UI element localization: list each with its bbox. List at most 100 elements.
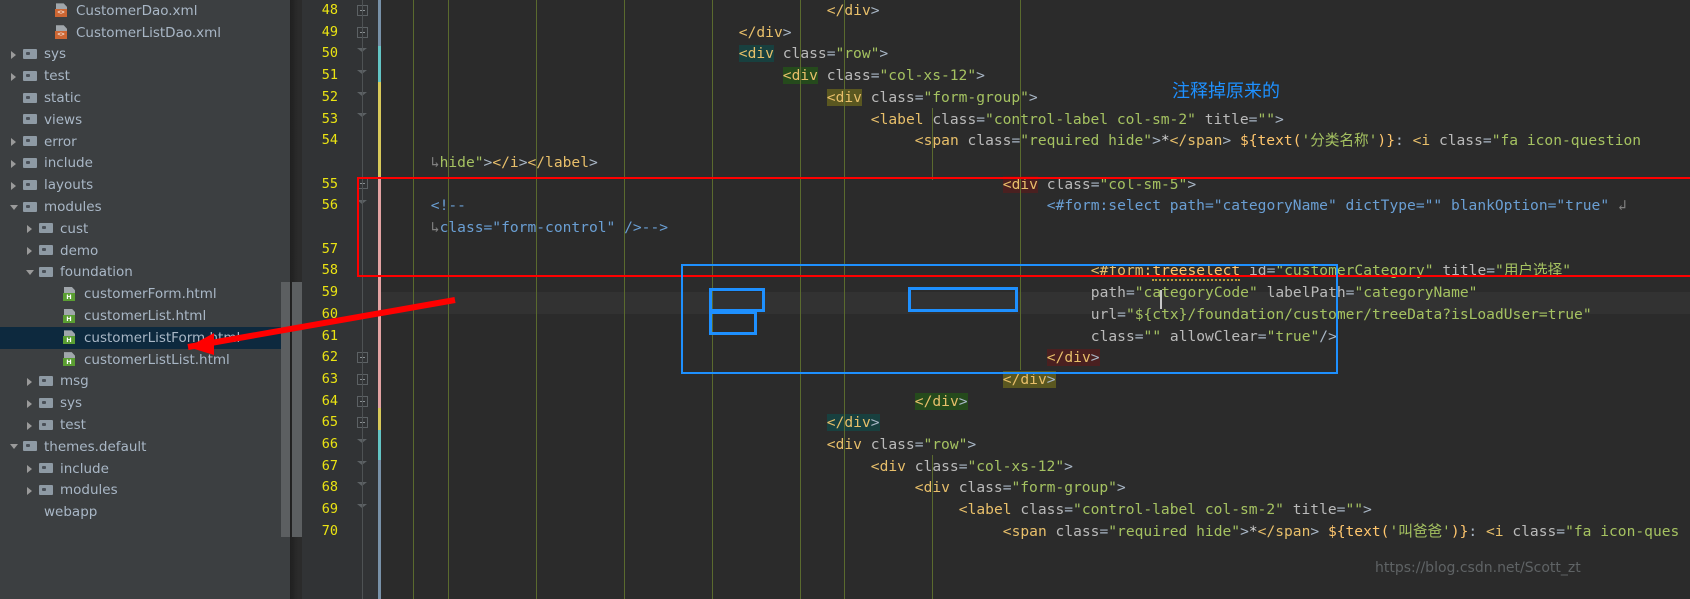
tree-item-layouts[interactable]: layouts [0,174,290,196]
tree-item-customerdao-xml[interactable]: CustomerDao.xml [0,0,290,22]
chevron-down-icon[interactable] [8,201,21,214]
tree-item-demo[interactable]: demo [0,240,290,262]
tree-item-cust[interactable]: cust [0,218,290,240]
tree-item-label: error [44,133,77,150]
indent-guide [624,0,625,599]
tree-item-label: msg [60,373,89,390]
line-number: 69 [321,501,338,518]
tree-item-label: demo [60,242,99,259]
line-number: 63 [321,370,338,387]
chevron-right-icon[interactable] [24,375,37,388]
blue-annotation-box-treeselect [681,264,1338,374]
folder-icon [38,243,55,258]
tree-item-customerlist-html[interactable]: customerList.html [0,305,290,327]
tree-item-label: cust [60,220,89,237]
chevron-right-icon[interactable] [8,179,21,192]
project-tree-panel[interactable]: CustomerDao.xml CustomerListDao.xml sys tes… [0,0,290,599]
tree-item-webapp[interactable]: webapp [0,501,290,523]
line-number: 61 [321,327,338,344]
tree-item-sys[interactable]: sys [0,44,290,66]
folder-icon [38,396,55,411]
html-file-icon [62,287,79,302]
tree-item-label: customerListForm.html [84,329,241,346]
code-line-70[interactable]: <span class="required hide">*</span> ${t… [1003,521,1680,543]
line-number: 67 [321,457,338,474]
chevron-right-icon[interactable] [24,419,37,432]
tree-item-test[interactable]: test [0,65,290,87]
tree-item-customerform-html[interactable]: customerForm.html [0,283,290,305]
tree-item-test[interactable]: test [0,414,290,436]
tree-item-label: CustomerDao.xml [76,2,198,19]
code-line-64[interactable]: </div> [914,391,968,413]
tree-item-label: customerForm.html [84,286,217,303]
line-number: 70 [321,522,338,539]
tree-item-include[interactable]: include [0,153,290,175]
line-number: 60 [321,305,338,322]
folder-icon [22,134,39,149]
tree-item-themes-default[interactable]: themes.default [0,436,290,458]
tree-item-static[interactable]: static [0,87,290,109]
tree-item-label: customerListList.html [84,351,230,368]
folder-icon [38,374,55,389]
code-line-66[interactable]: <div class="row"> [827,434,976,456]
tree-item-customerlistdao-xml[interactable]: CustomerListDao.xml [0,22,290,44]
chevron-down-icon[interactable] [24,266,37,279]
html-file-icon [62,330,79,345]
folder-icon [22,112,39,127]
indent-guide [413,0,414,599]
code-line-68[interactable]: <div class="form-group"> [915,477,1126,499]
tree-item-modules[interactable]: modules [0,480,290,502]
code-line-54[interactable]: <span class="required hide">*</span> ${t… [915,130,1641,152]
watermark-text: https://blog.csdn.net/Scott_zt [1375,560,1581,576]
line-number: 68 [321,479,338,496]
line-number: 62 [321,349,338,366]
folder-icon [22,156,39,171]
line-number: 54 [321,132,338,149]
indent-guide [932,455,933,599]
folder-icon [22,91,39,106]
html-file-icon [62,352,79,367]
code-line-54-wrap[interactable]: ↳hide"></i></label> [431,152,598,174]
code-line-49[interactable]: </div> [739,22,792,44]
code-line-50[interactable]: <div class="row"> [738,43,888,65]
tree-item-customerlistlist-html[interactable]: customerListList.html [0,349,290,371]
folder-icon [38,265,55,280]
tree-item-customerlistform-html[interactable]: customerListForm.html [0,326,290,349]
code-line-52[interactable]: <div class="form-group"> [826,87,1038,109]
code-line-67[interactable]: <div class="col-xs-12"> [871,456,1073,478]
tree-item-sys[interactable]: sys [0,392,290,414]
xml-file-icon [54,3,71,18]
chevron-right-icon[interactable] [24,462,37,475]
tree-item-label: test [60,417,86,434]
tree-item-msg[interactable]: msg [0,371,290,393]
chevron-right-icon[interactable] [8,48,21,61]
chevron-right-icon[interactable] [8,135,21,148]
chevron-right-icon[interactable] [24,484,37,497]
folder-icon [22,200,39,215]
tree-item-foundation[interactable]: foundation [0,262,290,284]
tree-item-error[interactable]: error [0,131,290,153]
line-number: 57 [321,240,338,257]
sidebar-scrollbar[interactable] [281,282,290,537]
chevron-right-icon[interactable] [8,70,21,83]
chevron-right-icon[interactable] [24,222,37,235]
code-line-65[interactable]: </div> [826,412,880,434]
line-number: 58 [321,262,338,279]
tree-item-include[interactable]: include [0,458,290,480]
code-line-51[interactable]: <div class="col-xs-12"> [782,65,985,87]
tree-item-modules[interactable]: modules [0,196,290,218]
folder-icon [22,178,39,193]
chevron-right-icon[interactable] [8,157,21,170]
editor-left-scrollbar[interactable] [292,282,302,537]
tree-item-label: modules [44,199,102,216]
code-line-69[interactable]: <label class="control-label col-sm-2" ti… [959,499,1372,521]
chevron-down-icon[interactable] [8,440,21,453]
tree-item-views[interactable]: views [0,109,290,131]
chevron-right-icon[interactable] [24,397,37,410]
chevron-right-icon[interactable] [24,244,37,257]
code-line-48[interactable]: </div> [827,0,880,22]
